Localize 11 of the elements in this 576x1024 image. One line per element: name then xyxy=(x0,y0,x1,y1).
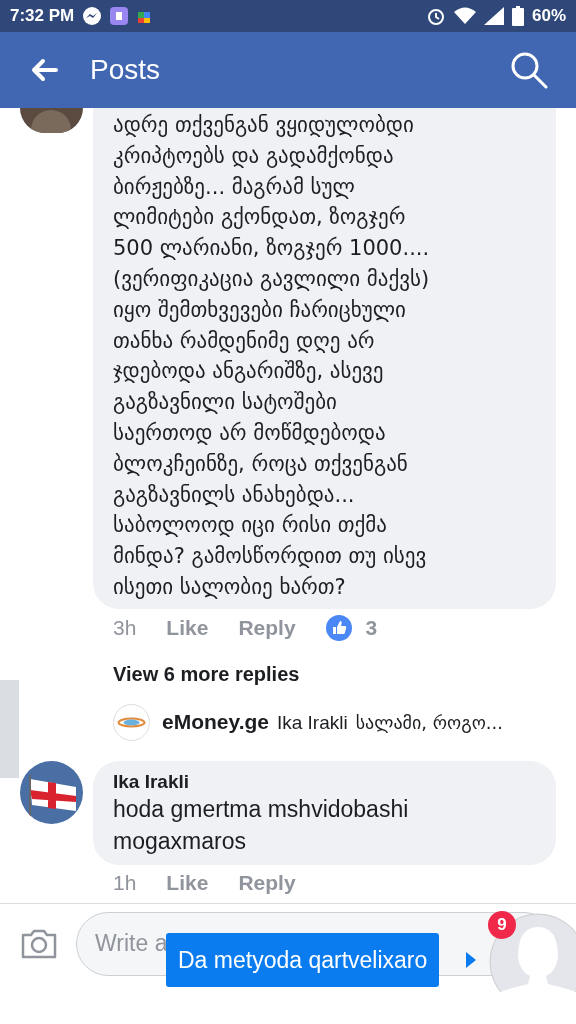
battery-level: 60% xyxy=(531,6,566,26)
status-time: 7:32 PM xyxy=(10,6,75,26)
reaction-count: 3 xyxy=(365,615,378,640)
reply-mention: Ika Irakli xyxy=(276,712,348,735)
reply-author: eMoney.ge xyxy=(162,710,269,735)
comment-time: 3h xyxy=(113,615,137,640)
comment-text: hoda gmertma mshvidobashi mogaxmaros xyxy=(113,794,410,856)
reply-snippet: სალამი, როგო... xyxy=(355,712,503,734)
comment-time: 1h xyxy=(113,870,137,895)
page-title: Posts xyxy=(90,54,162,86)
comment-text: ადრე თქვენგან ვყიდულობდი კრიპტოებს და გადამქონდა ბირჟებზე... მაგრამ სულ ლიმიტები გქონდათ, ზოგჯერ 500 ლარიანი, ზოგჯერ 1000.... (ვერიფიკაცია გავლილი მაქვს) იყო შემთხვევები ჩარიცხული თანხა რამდენიმე დღე არ ჯდებოდა ანგარიშზე, ასევე გაგზავნილი სატოშები საერთოდ არ მოწმდებოდა ბლოკჩეინზე, როცა თქვენგან გაგზავნილს ანახებდა... საბოლოოდ იცი რისი თქმა მინდა? გამოსწორდით თუ ისევ ისეთი სალობიე ხართ? xyxy=(113,112,431,601)
